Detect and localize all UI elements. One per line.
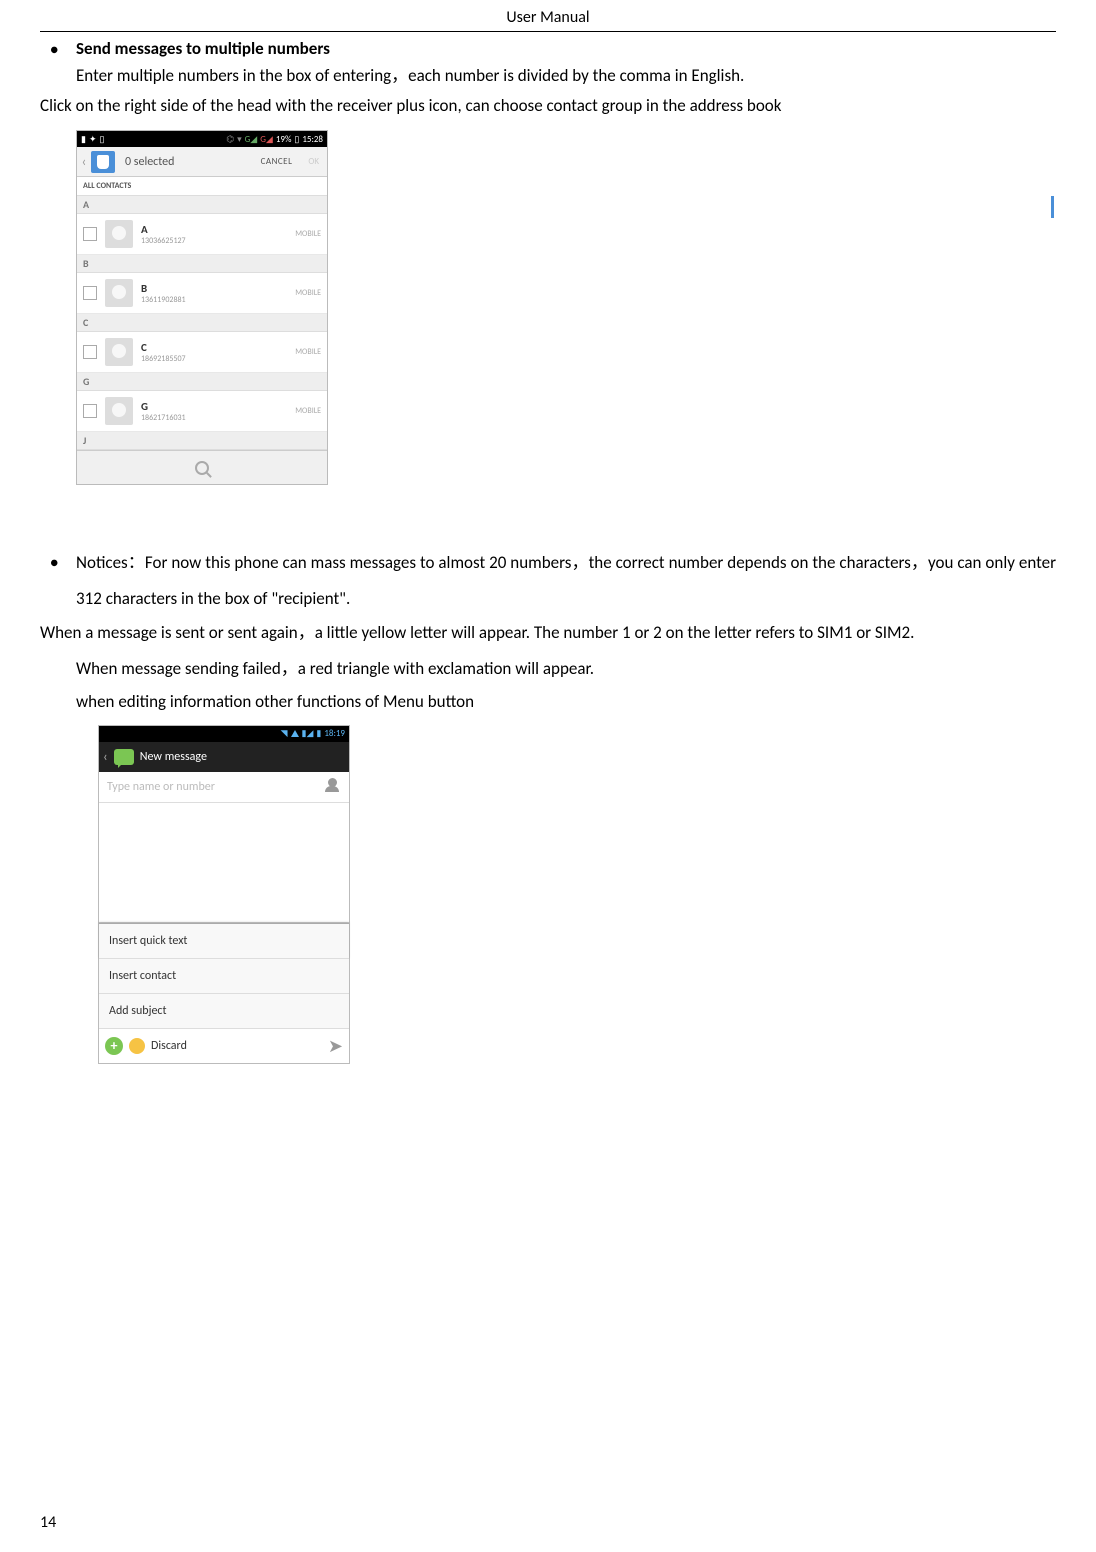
contact-name: B [141,282,295,295]
avatar [105,279,133,307]
menu-item-add-subject[interactable]: Add subject [99,994,349,1029]
status-bar: ◥ ▮◢ ▮ 18:19 [99,726,349,742]
page-number: 14 [40,1513,56,1532]
contact-number: 18692185507 [141,354,295,364]
section-header: G [77,373,327,391]
app-title: New message [140,750,207,764]
contact-row[interactable]: A 13036625127 MOBILE [77,214,327,255]
ok-button: OK [300,156,327,167]
screenshot-new-message: ◥ ▮◢ ▮ 18:19 ‹ New message Type name or … [98,725,350,1064]
battery-icon: ▮ [316,728,321,739]
battery-icon: ▯ [294,134,299,145]
checkbox[interactable] [83,345,97,359]
checkbox[interactable] [83,286,97,300]
send-icon[interactable]: ➤ [328,1035,343,1057]
signal-icon: G◢ [260,134,273,145]
scroll-indicator [1051,196,1054,218]
contact-number: 18621716031 [141,413,295,423]
compose-row: + Discard ➤ [99,1029,349,1063]
selected-count: 0 selected [115,155,253,169]
search-bar[interactable] [77,450,327,484]
bluetooth-icon: ⌬ [226,134,234,145]
section-header: C [77,314,327,332]
clock: 18:19 [324,728,345,739]
overflow-menu: Insert quick text Insert contact Add sub… [99,922,349,1063]
clock: 15:28 [302,134,323,145]
avatar [105,338,133,366]
section-header: B [77,255,327,273]
contact-number: 13611902881 [141,295,295,305]
back-icon[interactable]: ‹ [103,748,108,765]
avatar [105,397,133,425]
menu-item-insert-contact[interactable]: Insert contact [99,959,349,994]
bullet-send-multiple: ● Send messages to multiple numbers [50,38,1056,59]
menu-item-insert-quick-text[interactable]: Insert quick text [99,923,349,959]
app-bar: ‹ 0 selected CANCEL OK [77,147,327,177]
message-icon [114,749,134,765]
cancel-button[interactable]: CANCEL [253,156,301,167]
wifi-icon: ▾ [237,134,242,145]
contact-name: A [141,223,295,236]
status-icon: ▯ [100,134,105,145]
contact-number: 13036625127 [141,236,295,246]
recipient-row: Type name or number [99,772,349,803]
bullet-heading: Send messages to multiple numbers [76,38,1056,59]
paragraph-yellow-letter: When a message is sent or sent again，a l… [40,620,1056,646]
contact-row[interactable]: G 18621716031 MOBILE [77,391,327,432]
paragraph-send-failed: When message sending failed，a red triang… [76,656,1056,682]
tab-all-contacts[interactable]: ALL CONTACTS [77,177,327,196]
contact-row[interactable]: C 18692185507 MOBILE [77,332,327,373]
section-header: J [77,432,327,450]
paragraph-enter-numbers: Enter multiple numbers in the box of ent… [76,63,1056,89]
app-bar: ‹ New message [99,742,349,772]
wifi-icon: ◥ [281,728,288,739]
status-icon: ✦ [89,134,97,145]
back-icon[interactable]: ‹ [77,147,91,177]
page-header: User Manual [40,0,1056,31]
checkbox[interactable] [83,404,97,418]
add-contact-icon[interactable] [323,778,341,796]
screenshot-contacts-picker: ▮ ✦ ▯ ⌬ ▾ G◢ G◢ 19% ▯ 15:28 ‹ 0 selected… [76,130,328,485]
signal-bars-icon: ▮◢ [302,728,314,739]
battery-text: 19% [276,134,292,145]
status-bar: ▮ ✦ ▯ ⌬ ▾ G◢ G◢ 19% ▯ 15:28 [77,131,327,147]
attach-icon[interactable]: + [105,1037,123,1055]
bullet-dot-icon: ● [50,545,76,577]
contact-type: MOBILE [295,406,321,416]
search-icon [195,461,209,475]
paragraph-click-head: Click on the right side of the head with… [40,93,1056,119]
contact-type: MOBILE [295,288,321,298]
recipient-input[interactable]: Type name or number [107,780,323,794]
sim-icon: ▮ [81,134,86,145]
avatar [105,220,133,248]
header-rule [40,31,1056,32]
emoji-icon[interactable] [129,1038,145,1054]
bullet-dot-icon: ● [50,38,76,58]
bullet-notices: ● Notices：For now this phone can mass me… [50,545,1056,616]
signal-icon: G◢ [245,134,258,145]
notices-text: Notices：For now this phone can mass mess… [76,545,1056,616]
contact-type: MOBILE [295,229,321,239]
menu-item-discard[interactable]: Discard [151,1039,322,1053]
section-header: A [77,196,327,214]
contacts-icon[interactable] [91,151,115,173]
signal-icon [291,730,299,737]
contact-name: C [141,341,295,354]
contact-name: G [141,400,295,413]
contact-row[interactable]: B 13611902881 MOBILE [77,273,327,314]
contact-type: MOBILE [295,347,321,357]
paragraph-menu-functions: when editing information other functions… [76,689,1056,715]
checkbox[interactable] [83,227,97,241]
